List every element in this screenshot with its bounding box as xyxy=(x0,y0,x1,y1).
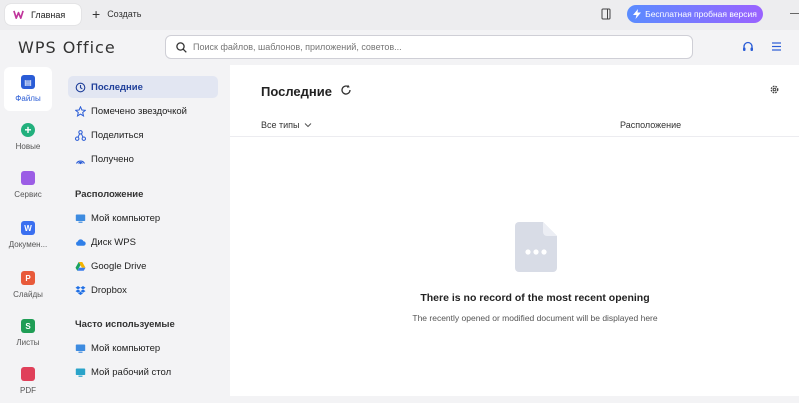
main-panel: Последние Все типы Расположение There is… xyxy=(230,65,799,396)
sheets-icon: S xyxy=(21,319,35,333)
rail-item-services[interactable]: Сервис xyxy=(4,163,52,207)
sidebar-item-starred[interactable]: Помечено звездочкой xyxy=(68,100,218,122)
rail-item-pdf[interactable]: PDF xyxy=(4,359,52,403)
rail-item-label: Докумен... xyxy=(8,240,48,249)
sidebar-item-frequent-computer[interactable]: Мой компьютер xyxy=(68,337,218,359)
refresh-icon[interactable] xyxy=(340,84,352,96)
sidebar-item-label: Dropbox xyxy=(91,284,127,296)
rail-item-documents[interactable]: W Докумен... xyxy=(4,213,52,257)
empty-document-icon xyxy=(515,222,557,272)
sidebar-item-google-drive[interactable]: Google Drive xyxy=(68,255,218,277)
frequent-section-title: Часто используемые xyxy=(75,319,175,330)
empty-state-title: There is no record of the most recent op… xyxy=(420,292,650,304)
sidebar-item-recent[interactable]: Последние xyxy=(68,76,218,98)
sidebar-item-shared[interactable]: Поделиться xyxy=(68,124,218,146)
tab-home-label: Главная xyxy=(31,9,66,20)
app-rail: ▤ Файлы + Новые Сервис W Докумен... P Сл… xyxy=(0,65,56,396)
sidebar-item-label: Получено xyxy=(91,153,134,165)
sidebar-item-dropbox[interactable]: Dropbox xyxy=(68,279,218,301)
pdf-icon xyxy=(21,367,35,381)
rail-item-new[interactable]: + Новые xyxy=(4,115,52,159)
search-input[interactable] xyxy=(193,42,673,52)
rail-item-sheets[interactable]: S Листы xyxy=(4,311,52,355)
files-icon: ▤ xyxy=(21,75,35,89)
search-bar[interactable] xyxy=(165,35,693,59)
free-trial-label: Бесплатная пробная версия xyxy=(645,9,757,19)
cloud-icon xyxy=(76,238,86,246)
rail-item-label: Файлы xyxy=(15,94,41,103)
new-plus-icon: + xyxy=(21,123,35,137)
menu-icon[interactable] xyxy=(771,41,782,52)
rail-item-label: Сервис xyxy=(14,190,42,199)
sidebar-item-my-computer[interactable]: Мой компьютер xyxy=(68,207,218,229)
computer-icon xyxy=(75,214,86,223)
sidebar-item-label: Мой рабочий стол xyxy=(91,366,172,378)
plus-icon: + xyxy=(92,6,101,22)
sidebar-item-frequent-desktop[interactable]: Мой рабочий стол xyxy=(68,361,218,383)
tablet-mode-icon[interactable] xyxy=(601,8,611,20)
dropbox-icon xyxy=(75,285,86,295)
chevron-down-icon xyxy=(304,123,312,128)
rail-item-label: Слайды xyxy=(13,290,43,299)
free-trial-button[interactable]: Бесплатная пробная версия xyxy=(627,5,763,23)
desktop-icon xyxy=(75,368,86,377)
page-title: Последние xyxy=(261,84,332,99)
received-icon xyxy=(76,160,85,164)
rail-item-slides[interactable]: P Слайды xyxy=(4,263,52,307)
file-type-filter[interactable]: Все типы xyxy=(261,120,312,130)
computer-icon xyxy=(75,344,86,353)
slides-icon: P xyxy=(21,271,35,285)
brand-logo: WPS Office xyxy=(18,38,116,57)
header-divider xyxy=(230,136,799,137)
rail-item-label: PDF xyxy=(20,386,36,395)
sidebar-item-wps-drive[interactable]: Диск WPS xyxy=(68,231,218,253)
tab-home[interactable]: Главная xyxy=(5,4,81,25)
rail-item-label: Новые xyxy=(15,142,41,151)
sidebar-item-received[interactable]: Получено xyxy=(68,148,218,170)
star-icon xyxy=(75,105,86,117)
sidebar-item-label: Мой компьютер xyxy=(91,212,161,224)
file-type-filter-label: Все типы xyxy=(261,120,300,130)
lightning-icon xyxy=(633,9,642,19)
sidebar-item-label: Последние xyxy=(91,81,143,93)
location-column-header: Расположение xyxy=(620,120,682,130)
create-button[interactable]: + Создать xyxy=(92,5,141,23)
sidebar-item-label: Google Drive xyxy=(91,260,147,272)
sidebar-item-label: Диск WPS xyxy=(91,236,136,248)
wps-logo-icon xyxy=(13,10,24,19)
app-header: WPS Office xyxy=(0,30,799,65)
sidebar-item-label: Поделиться xyxy=(91,129,144,141)
sidebar-item-label: Помечено звездочкой xyxy=(91,105,187,117)
search-icon xyxy=(176,41,187,53)
sidebar: Последние Помечено звездочкой Поделиться… xyxy=(56,65,230,396)
location-section-title: Расположение xyxy=(75,189,144,200)
empty-state-description: The recently opened or modified document… xyxy=(412,313,658,323)
create-label: Создать xyxy=(107,9,142,19)
google-drive-icon xyxy=(75,261,86,271)
share-icon xyxy=(75,129,86,141)
rail-item-label: Листы xyxy=(16,338,40,347)
gear-icon[interactable] xyxy=(769,84,780,95)
services-icon xyxy=(21,171,35,185)
rail-item-files[interactable]: ▤ Файлы xyxy=(4,67,52,111)
headset-support-icon[interactable] xyxy=(742,41,754,53)
minimize-button[interactable] xyxy=(790,13,799,14)
sidebar-item-label: Мой компьютер xyxy=(91,342,161,354)
title-bar: Главная + Создать Бесплатная пробная вер… xyxy=(0,0,799,30)
writer-icon: W xyxy=(21,221,35,235)
clock-icon xyxy=(75,82,86,92)
